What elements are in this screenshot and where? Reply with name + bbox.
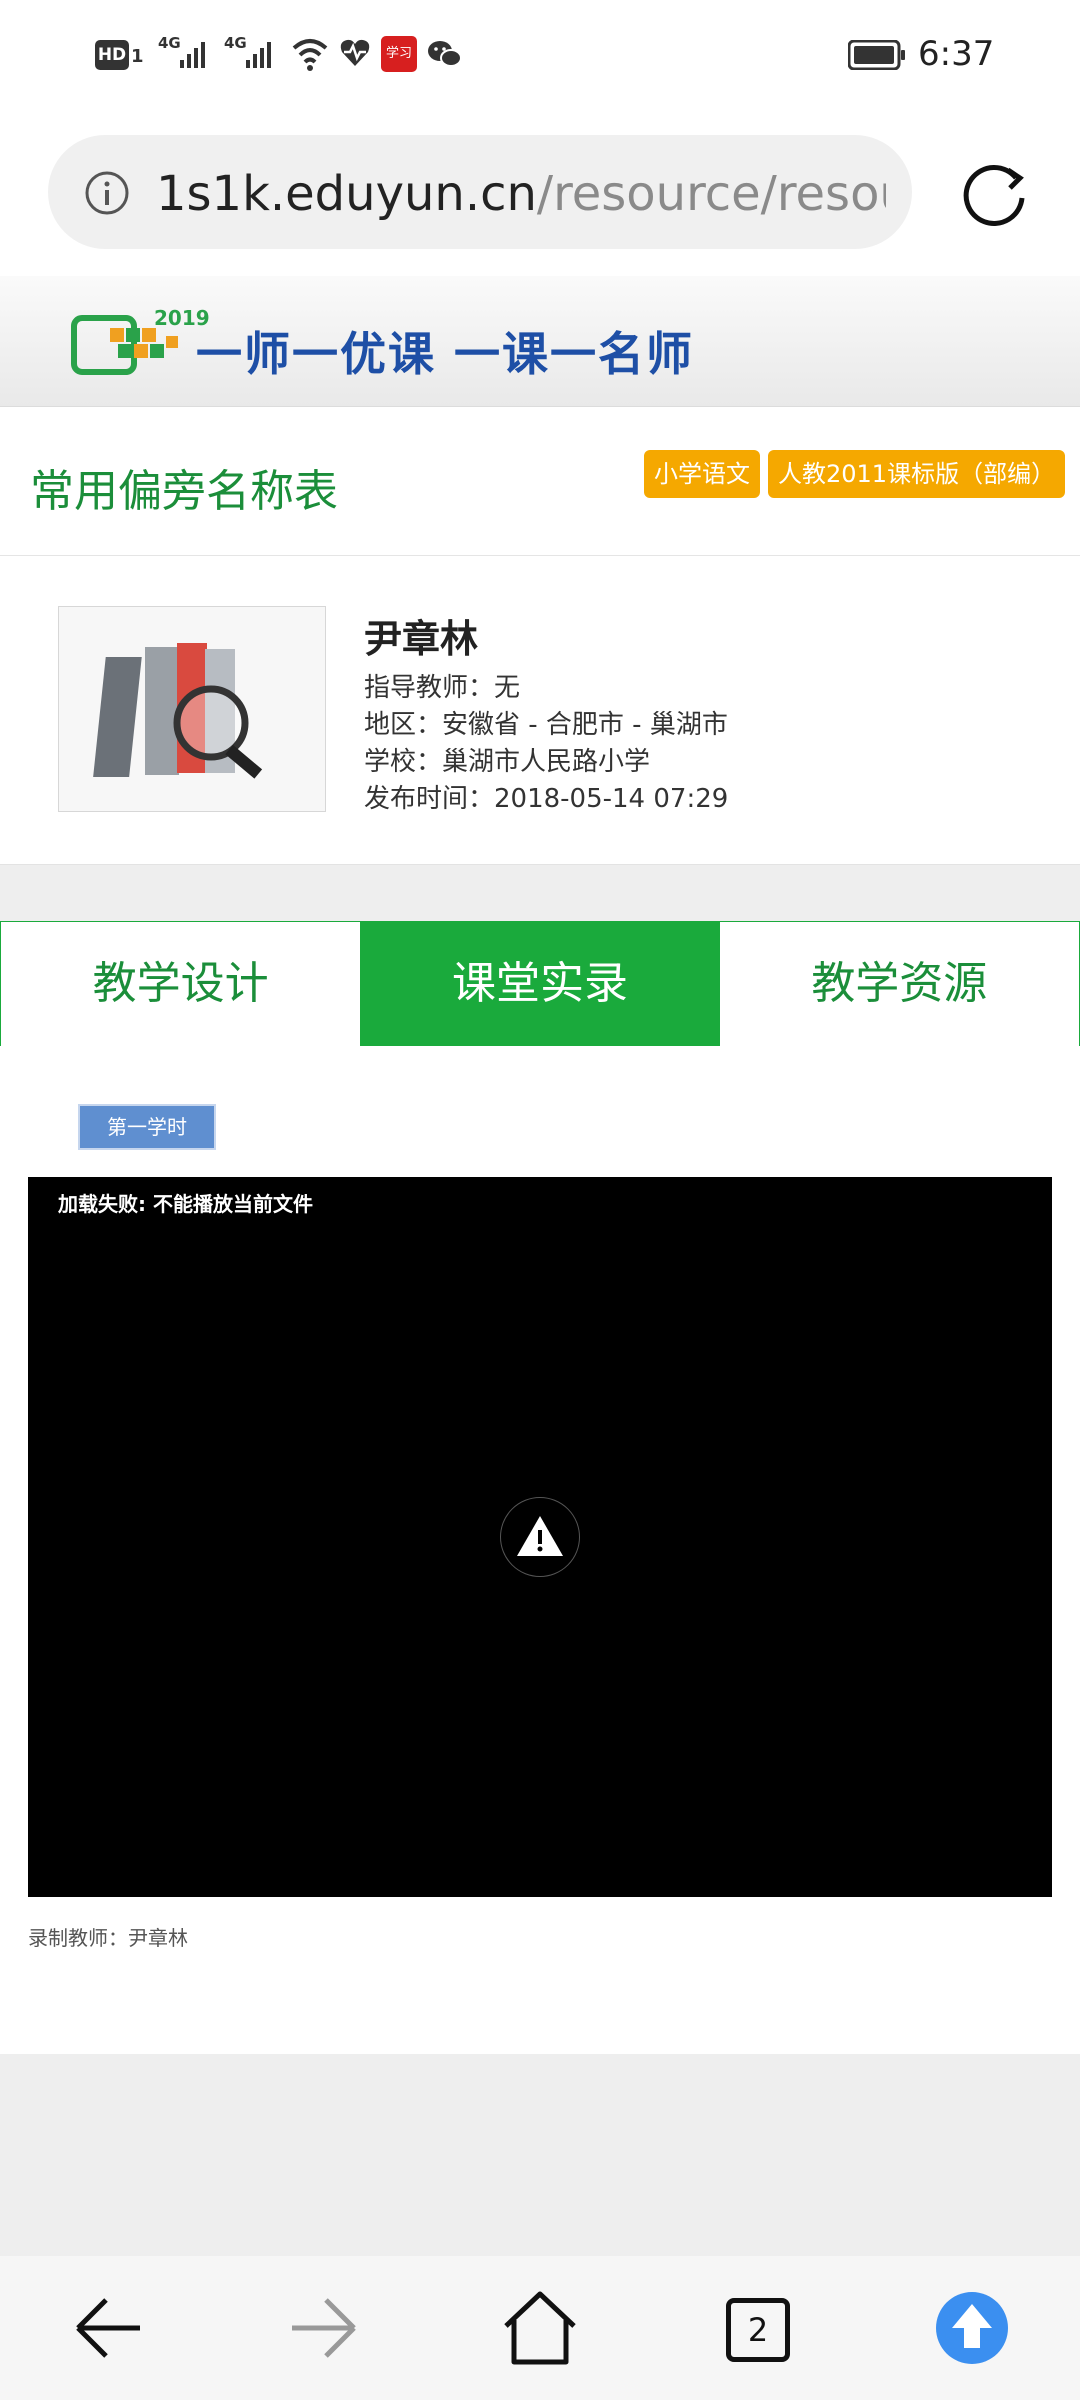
info-icon[interactable] [84, 170, 130, 216]
tab-classroom-record[interactable]: 课堂实录 [360, 922, 720, 1046]
teacher-name: 尹章林 [364, 617, 479, 661]
tab-teaching-design[interactable]: 教学设计 [1, 922, 360, 1046]
url-domain: 1s1k.eduyun.cn [156, 166, 537, 222]
banner-logo: 2019 [70, 306, 210, 384]
wifi-icon [290, 34, 330, 74]
status-bar: HD 1 4G 4G 学习 6:37 [0, 0, 1080, 110]
tab-count: 2 [726, 2298, 790, 2362]
advisor-line: 指导教师：无 [364, 673, 521, 703]
clock: 6:37 [918, 34, 995, 74]
home-icon[interactable] [498, 2286, 582, 2370]
wechat-icon [425, 34, 465, 74]
signal-4g-icon: 4G [224, 34, 284, 74]
health-icon [338, 34, 372, 74]
resource-tabs: 教学设计 课堂实录 教学资源 [0, 921, 1080, 1047]
upload-icon[interactable] [930, 2286, 1014, 2370]
recorder-line: 录制教师：尹章林 [28, 1926, 188, 1950]
resource-thumbnail [58, 606, 326, 812]
xuexi-app-icon: 学习 [381, 36, 417, 72]
subject-tag[interactable]: 小学语文 [644, 450, 760, 498]
sim-1-icon: 1 [131, 46, 144, 67]
lesson-period-button[interactable]: 第一学时 [78, 1104, 216, 1150]
warning-icon[interactable] [500, 1497, 580, 1577]
edition-tag[interactable]: 人教2011课标版（部编） [768, 450, 1066, 498]
tab-teaching-resources[interactable]: 教学资源 [720, 922, 1079, 1046]
tabs-button[interactable]: 2 [714, 2286, 798, 2370]
url-path: /resource/resource [536, 166, 886, 222]
hd-icon: HD [95, 40, 129, 70]
url-text[interactable]: 1s1k.eduyun.cn/resource/resource [156, 164, 886, 224]
school-line: 学校：巢湖市人民路小学 [364, 747, 651, 777]
reload-icon[interactable] [958, 156, 1032, 230]
region-line: 地区：安徽省 - 合肥市 - 巢湖市 [364, 710, 728, 740]
signal-4g-icon: 4G [158, 34, 218, 74]
forward-arrow-icon[interactable] [282, 2286, 366, 2370]
video-error-message: 加载失败: 不能播放当前文件 [58, 1192, 313, 1216]
banner-slogan: 一师一优课 一课一名师 [196, 327, 695, 381]
page-title: 常用偏旁名称表 [30, 466, 338, 517]
published-line: 发布时间：2018-05-14 07:29 [364, 784, 729, 814]
back-arrow-icon[interactable] [66, 2286, 150, 2370]
battery-icon [847, 39, 905, 71]
